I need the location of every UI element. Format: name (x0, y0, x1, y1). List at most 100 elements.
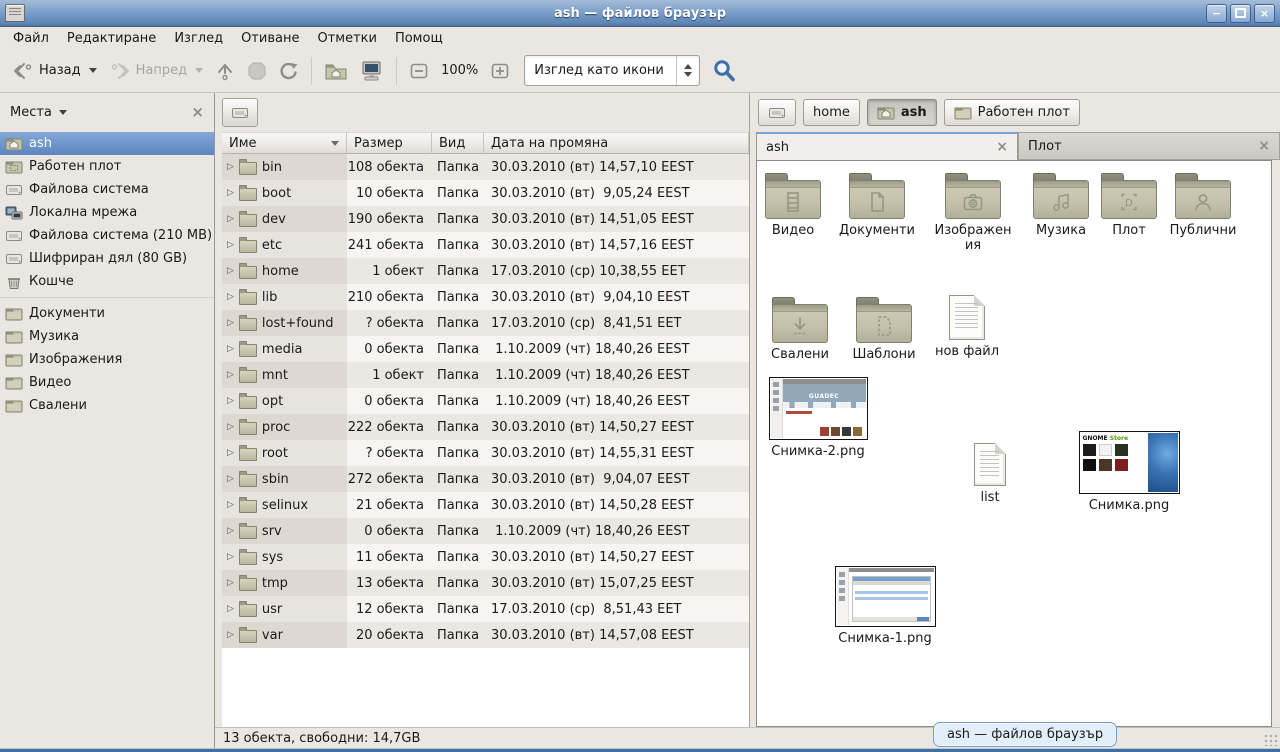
icon-item-folder-public[interactable]: Публични (1161, 171, 1245, 238)
table-row[interactable]: ▷sbin272 обектаПапка30.03.2010 (вт) 9,04… (222, 466, 749, 492)
breadcrumb-home[interactable]: home (803, 99, 860, 126)
expander-icon[interactable]: ▷ (227, 189, 234, 198)
home-button[interactable] (318, 56, 354, 86)
table-row[interactable]: ▷opt0 обектаПапка 1.10.2009 (чт) 18,40,2… (222, 388, 749, 414)
table-row[interactable]: ▷proc222 обектаПапка30.03.2010 (вт) 14,5… (222, 414, 749, 440)
icon-item-folder-templates[interactable]: Шаблони (842, 295, 926, 362)
table-row[interactable]: ▷bin108 обектаПапка30.03.2010 (вт) 14,57… (222, 154, 749, 180)
sidebar-close-icon[interactable]: × (191, 105, 204, 120)
expander-icon[interactable]: ▷ (227, 319, 234, 328)
sidebar-item-local-network[interactable]: Локална мрежа (0, 201, 214, 224)
menu-item-go[interactable]: Отиване (232, 27, 308, 49)
column-header-name[interactable]: Име (222, 132, 347, 154)
expander-icon[interactable]: ▷ (227, 241, 234, 250)
forward-button[interactable]: Напред (103, 56, 209, 86)
table-row[interactable]: ▷selinux21 обектаПапка30.03.2010 (вт) 14… (222, 492, 749, 518)
expander-icon[interactable]: ▷ (227, 553, 234, 562)
stop-button[interactable] (241, 56, 273, 86)
sidebar-item-encrypted-80gb[interactable]: Шифриран дял (80 GB) (0, 247, 214, 270)
expander-icon[interactable]: ▷ (227, 345, 234, 354)
table-row[interactable]: ▷media0 обектаПапка 1.10.2009 (чт) 18,40… (222, 336, 749, 362)
table-row[interactable]: ▷dev190 обектаПапка30.03.2010 (вт) 14,51… (222, 206, 749, 232)
taskbar-window-button[interactable]: ash — файлов браузър (933, 722, 1117, 747)
table-row[interactable]: ▷usr12 обектаПапка17.03.2010 (ср) 8,51,4… (222, 596, 749, 622)
column-header-size[interactable]: Размер (347, 132, 432, 154)
forward-history-dropdown-icon[interactable] (195, 68, 203, 73)
icon-item-folder-music[interactable]: Музика (1026, 171, 1096, 238)
table-row[interactable]: ▷mnt1 обектПапка 1.10.2009 (чт) 18,40,26… (222, 362, 749, 388)
expander-icon[interactable]: ▷ (227, 267, 234, 276)
sidebar-item-desktop[interactable]: Работен плот (0, 155, 214, 178)
icon-item-folder-pictures[interactable]: Изображения (933, 171, 1013, 254)
sidebar-item-filesystem[interactable]: Файлова система (0, 178, 214, 201)
back-button[interactable]: Назад (6, 56, 103, 86)
combo-spinner-icon[interactable] (677, 64, 699, 77)
column-header-type[interactable]: Вид (432, 132, 484, 154)
table-row[interactable]: ▷etc241 обектаПапка30.03.2010 (вт) 14,57… (222, 232, 749, 258)
sidebar-mode-select[interactable]: Места (10, 105, 67, 120)
expander-icon[interactable]: ▷ (227, 371, 234, 380)
expander-icon[interactable]: ▷ (227, 631, 234, 640)
list-pane-location-button[interactable] (222, 98, 258, 127)
expander-icon[interactable]: ▷ (227, 397, 234, 406)
icon-item-folder-videos[interactable]: Видео (758, 171, 828, 238)
table-row[interactable]: ▷lib210 обектаПапка30.03.2010 (вт) 9,04,… (222, 284, 749, 310)
menu-item-help[interactable]: Помощ (386, 27, 452, 49)
expander-icon[interactable]: ▷ (227, 527, 234, 536)
expander-icon[interactable]: ▷ (227, 293, 234, 302)
table-row[interactable]: ▷srv0 обектаПапка 1.10.2009 (чт) 18,40,2… (222, 518, 749, 544)
expander-icon[interactable]: ▷ (227, 605, 234, 614)
menu-item-bookmarks[interactable]: Отметки (308, 27, 385, 49)
menu-item-view[interactable]: Изглед (165, 27, 232, 49)
sidebar-item-home-ash[interactable]: ash (0, 132, 214, 155)
expander-icon[interactable]: ▷ (227, 423, 234, 432)
icon-item-image-snimka2[interactable]: GUADECСнимка-2.png (765, 377, 871, 459)
icon-view[interactable]: ВидеоДокументиИзображенияМузикаDПлотПубл… (756, 160, 1272, 727)
back-history-dropdown-icon[interactable] (89, 68, 97, 73)
icon-item-image-snimka1[interactable]: Снимка-1.png (831, 566, 939, 646)
breadcrumb-root-drive[interactable] (758, 99, 796, 126)
icon-item-file-list[interactable]: list (950, 443, 1030, 505)
table-row[interactable]: ▷root? обектаПапка30.03.2010 (вт) 14,55,… (222, 440, 749, 466)
table-row[interactable]: ▷boot10 обектаПапка30.03.2010 (вт) 9,05,… (222, 180, 749, 206)
up-button[interactable] (209, 56, 241, 86)
expander-icon[interactable]: ▷ (227, 579, 234, 588)
icon-item-image-snimka[interactable]: GNOME StoreСнимка.png (1075, 431, 1183, 513)
table-row[interactable]: ▷tmp13 обектаПапка30.03.2010 (вт) 15,07,… (222, 570, 749, 596)
menu-item-file[interactable]: Файл (4, 27, 58, 49)
table-row[interactable]: ▷sys11 обектаПапка30.03.2010 (вт) 14,50,… (222, 544, 749, 570)
resize-grip[interactable] (1264, 734, 1278, 746)
sidebar-item-videos[interactable]: Видео (0, 371, 214, 394)
zoom-in-button[interactable] (484, 57, 516, 85)
titlebar[interactable]: ash — файлов браузър − × (0, 0, 1280, 27)
search-button[interactable] (712, 58, 738, 84)
expander-icon[interactable]: ▷ (227, 475, 234, 484)
table-row[interactable]: ▷var20 обектаПапка30.03.2010 (вт) 14,57,… (222, 622, 749, 648)
icon-item-folder-documents[interactable]: Документи (835, 171, 919, 238)
sidebar-item-pictures[interactable]: Изображения (0, 348, 214, 371)
table-row[interactable]: ▷lost+found? обектаПапка17.03.2010 (ср) … (222, 310, 749, 336)
expander-icon[interactable]: ▷ (227, 449, 234, 458)
expander-icon[interactable]: ▷ (227, 215, 234, 224)
tab-close-icon[interactable]: × (1258, 139, 1270, 153)
icon-item-folder-downloads[interactable]: Свалени (758, 295, 842, 362)
expander-icon[interactable]: ▷ (227, 501, 234, 510)
expander-icon[interactable]: ▷ (227, 163, 234, 172)
breadcrumb-desktop[interactable]: Работен плот (944, 99, 1080, 126)
maximize-button[interactable] (1230, 4, 1251, 23)
minimize-button[interactable]: − (1206, 4, 1227, 23)
tab-plot[interactable]: Плот× (1018, 132, 1280, 160)
sidebar-item-documents[interactable]: Документи (0, 302, 214, 325)
sidebar-item-trash[interactable]: Кошче (0, 270, 214, 293)
column-header-date[interactable]: Дата на промяна (484, 132, 749, 154)
tab-close-icon[interactable]: × (996, 140, 1008, 154)
menu-item-edit[interactable]: Редактиране (58, 27, 165, 49)
reload-button[interactable] (273, 56, 305, 86)
computer-button[interactable] (354, 55, 390, 87)
icon-item-folder-desktop[interactable]: DПлот (1094, 171, 1164, 238)
icon-item-file-new[interactable]: нов файл (925, 295, 1009, 359)
tab-ash[interactable]: ash× (756, 132, 1018, 160)
close-button[interactable]: × (1254, 4, 1275, 23)
sidebar-item-music[interactable]: Музика (0, 325, 214, 348)
sidebar-item-downloads[interactable]: Свалени (0, 394, 214, 417)
